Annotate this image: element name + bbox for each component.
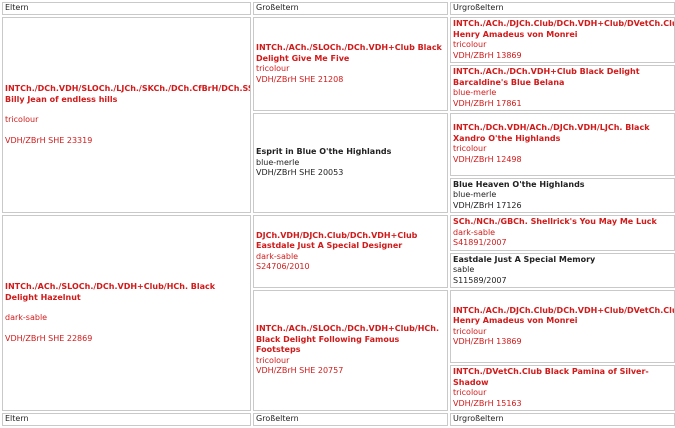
dog-color: tricolour [453,326,487,336]
dog-name: INTCh./ACh./SLOCh./DCh.VDH+Club Black De… [256,43,442,63]
dog-registration: VDH/ZBrH SHE 20053 [256,168,344,178]
dog-registration: VDH/ZBrH SHE 21208 [256,74,344,84]
grandparent-cell: Esprit in Blue O'the Highlands blue-merl… [253,113,448,213]
dog-registration: VDH/ZBrH 13869 [453,50,522,60]
greatgrandparent-cell: Blue Heaven O'the Highlands blue-merle V… [450,177,675,213]
footer-grandparents: Großeltern [253,413,448,426]
greatgrandparent-cell: SCh./NCh./GBCh. Shellrick's You May Me L… [450,215,675,251]
dog-registration: VDH/ZBrH 15163 [453,398,522,408]
header-greatgrandparents: Urgroßeltern [450,2,675,15]
dog-color: tricolour [453,144,487,154]
header-grandparents: Großeltern [253,2,448,15]
dog-name: Esprit in Blue O'the Highlands [256,147,392,157]
dog-name: INTCh./ACh./DCh.VDH+Club Black Delight B… [453,67,640,87]
dog-color: blue-merle [453,190,497,199]
dog-name: INTCh./DCh.VDH/ACh./DJCh.VDH/LJCh. Black… [453,123,650,143]
footer-parents: Eltern [2,413,251,426]
dog-name: INTCh./DVetCh.Club Black Pamina of Silve… [453,367,649,387]
dog-color: dark-sable [453,227,496,237]
dog-name: SCh./NCh./GBCh. Shellrick's You May Me L… [453,217,657,226]
dog-color: dark-sable [5,313,48,322]
footer-greatgrandparents: Urgroßeltern [450,413,675,426]
dog-name: DJCh.VDH/DJCh.Club/DCh.VDH+Club Eastdale… [256,230,418,251]
dog-color: dark-sable [256,251,299,261]
dog-color: blue-merle [453,88,497,97]
parent-cell-dam: INTCh./ACh./SLOCh./DCh.VDH+Club/HCh. Bla… [2,215,251,411]
dog-name: INTCh./ACh./SLOCh./DCh.VDH+Club/HCh. Bla… [256,324,440,355]
greatgrandparent-cell: INTCh./ACh./DJCh.Club/DCh.VDH+Club/DVetC… [450,290,675,363]
header-row-bottom: Eltern Großeltern Urgroßeltern [2,413,675,426]
dog-color: tricolour [453,40,487,49]
dog-name: INTCh./DCh.VDH/SLOCh./LJCh./SKCh./DCh.Cf… [5,84,251,104]
dog-registration: VDH/ZBrH 17861 [453,98,522,108]
dog-name: Eastdale Just A Special Memory [453,254,596,264]
dog-name: Blue Heaven O'the Highlands [453,179,585,189]
greatgrandparent-cell: Eastdale Just A Special Memory sable S11… [450,252,675,288]
grandparent-cell: DJCh.VDH/DJCh.Club/DCh.VDH+Club Eastdale… [253,215,448,288]
header-row-top: Eltern Großeltern Urgroßeltern [2,2,675,15]
dog-color: tricolour [453,388,487,397]
dog-name: INTCh./ACh./DJCh.Club/DCh.VDH+Club/DVetC… [453,19,675,39]
greatgrandparent-cell: INTCh./DCh.VDH/ACh./DJCh.VDH/LJCh. Black… [450,113,675,176]
greatgrandparent-cell: INTCh./DVetCh.Club Black Pamina of Silve… [450,365,675,411]
dog-color: tricolour [256,355,290,365]
dog-registration: S11589/2007 [453,275,507,285]
dog-registration: VDH/ZBrH SHE 23319 [5,135,93,145]
dog-registration: S41891/2007 [453,238,507,247]
greatgrandparent-cell: INTCh./ACh./DJCh.Club/DCh.VDH+Club/DVetC… [450,17,675,63]
greatgrandparent-cell: INTCh./ACh./DCh.VDH+Club Black Delight B… [450,65,675,111]
dog-color: blue-merle [256,157,300,167]
dog-color: tricolour [5,115,39,124]
dog-registration: VDH/ZBrH SHE 22869 [5,333,93,343]
parent-cell-sire: INTCh./DCh.VDH/SLOCh./LJCh./SKCh./DCh.Cf… [2,17,251,213]
header-parents: Eltern [2,2,251,15]
grandparent-cell: INTCh./ACh./SLOCh./DCh.VDH+Club Black De… [253,17,448,111]
grandparent-cell: INTCh./ACh./SLOCh./DCh.VDH+Club/HCh. Bla… [253,290,448,411]
dog-name: INTCh./ACh./DJCh.Club/DCh.VDH+Club/DVetC… [453,305,675,326]
pedigree-table: Eltern Großeltern Urgroßeltern INTCh./DC… [0,0,675,428]
dog-color: tricolour [256,64,290,73]
dog-registration: S24706/2010 [256,262,310,271]
dog-name: INTCh./ACh./SLOCh./DCh.VDH+Club/HCh. Bla… [5,282,216,302]
dog-registration: VDH/ZBrH 17126 [453,200,522,210]
dog-color: sable [453,265,475,274]
dog-registration: VDH/ZBrH SHE 20757 [256,366,344,376]
dog-registration: VDH/ZBrH 12498 [453,154,522,164]
dog-registration: VDH/ZBrH 13869 [453,337,522,346]
